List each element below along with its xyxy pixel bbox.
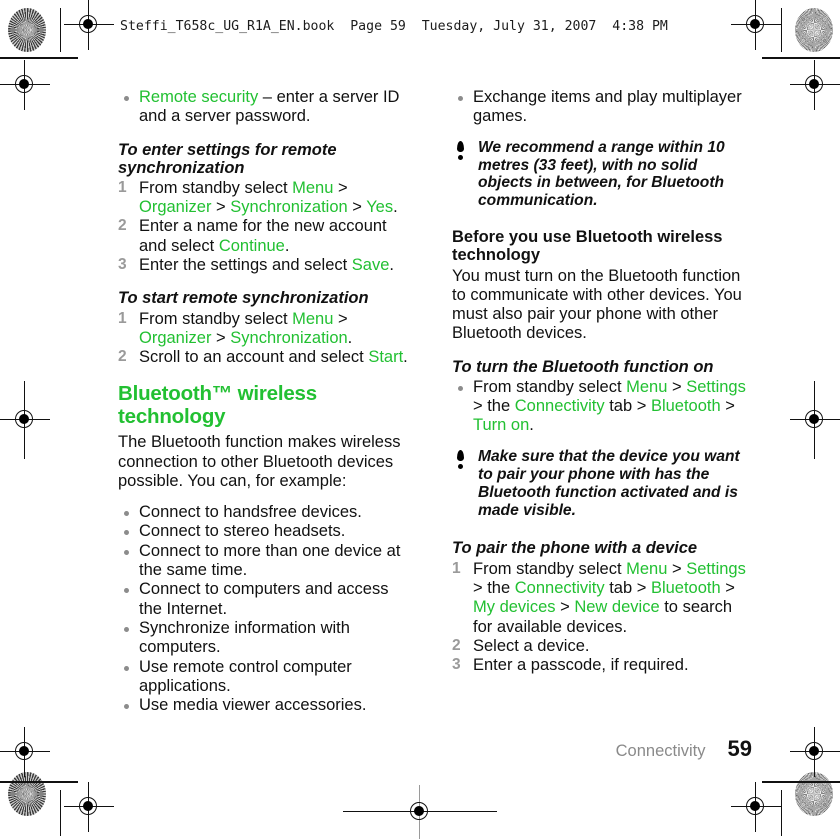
step-text: . (529, 416, 534, 435)
list-item: From standby select Menu > Organizer > S… (118, 179, 408, 218)
ui-term: Organizer (139, 328, 212, 347)
ui-term: Continue (218, 236, 285, 255)
page-footer: Connectivity 59 (616, 736, 752, 762)
ui-term: Menu (292, 309, 334, 328)
section-body-bluetooth: The Bluetooth function makes wireless co… (118, 433, 401, 490)
intro-bullet-list: Remote security – enter a server ID and … (118, 88, 408, 127)
ui-term: Menu (626, 559, 668, 578)
body-before-you-use: You must turn on the Bluetooth function … (452, 266, 742, 343)
exclamation-icon (456, 140, 465, 162)
ui-term: Remote security (139, 88, 259, 106)
right-column: Exchange items and play multiplayer game… (452, 88, 752, 675)
ui-term: Turn on (473, 416, 530, 435)
step-text: > (720, 578, 735, 597)
footer-chapter-name: Connectivity (615, 742, 706, 760)
step-text: > (555, 598, 575, 617)
ui-term: New device (574, 598, 660, 617)
left-column: Remote security – enter a server ID and … (118, 88, 408, 715)
list-item: Connect to more than one device at the s… (118, 542, 408, 581)
heading-pair-phone: To pair the phone with a device (452, 539, 698, 558)
ui-term: Menu (292, 178, 334, 197)
ui-term: My devices (473, 598, 556, 617)
step-text: From standby select (473, 377, 627, 396)
ui-term: Connectivity (514, 397, 605, 416)
step-text: tab > (604, 578, 651, 597)
step-text: > (720, 397, 735, 416)
note-make-device-visible: Make sure that the device you want to pa… (452, 448, 752, 520)
ui-term: Synchronization (230, 328, 348, 347)
ui-term: Bluetooth (650, 397, 721, 416)
step-text: Scroll to an account and select (139, 348, 369, 367)
heading-start-remote-sync: To start remote synchronization (118, 289, 369, 308)
ui-term: Settings (686, 559, 746, 578)
list-item: Use media viewer accessories. (118, 696, 408, 715)
heading-before-you-use: Before you use Bluetooth wireless techno… (452, 228, 723, 265)
step-text: > (333, 178, 348, 197)
steps-pair-phone: From standby select Menu > Settings > th… (452, 560, 752, 676)
step-text: > (667, 559, 687, 578)
ui-term: Settings (686, 377, 746, 396)
section-title-bluetooth: Bluetooth™ wireless technology (118, 382, 317, 429)
list-item: From standby select Menu > Organizer > S… (118, 310, 408, 349)
ui-term: Connectivity (514, 578, 605, 597)
list-item: Exchange items and play multiplayer game… (452, 88, 752, 127)
ui-term: Yes (366, 198, 394, 217)
ui-term: Start (368, 348, 404, 367)
list-item: Select a device. (452, 636, 590, 655)
note-text: Make sure that the device you want to pa… (478, 447, 740, 519)
list-item: From standby select Menu > Settings > th… (452, 560, 752, 637)
ui-term: Synchronization (230, 198, 348, 217)
step-text: > (347, 198, 367, 217)
step-text: > (211, 328, 231, 347)
capability-list-left: Connect to handsfree devices. Connect to… (118, 503, 408, 715)
footer-page-number: 59 (727, 736, 752, 761)
step-text: From standby select (139, 178, 293, 197)
list-item: Enter a name for the new account and sel… (118, 217, 408, 256)
ui-term: Menu (626, 377, 668, 396)
step-text: . (389, 256, 394, 275)
heading-turn-bluetooth-on: To turn the Bluetooth function on (452, 357, 714, 376)
page-content: Remote security – enter a server ID and … (0, 0, 840, 840)
note-range-recommendation: We recommend a range within 10 metres (3… (452, 139, 752, 211)
list-item: Connect to computers and access the Inte… (118, 580, 408, 619)
list-item: From standby select Menu > Settings > th… (452, 378, 752, 436)
step-text: From standby select (139, 309, 293, 328)
step-text: > (667, 377, 687, 396)
step-text: Enter the settings and select (139, 256, 352, 275)
ui-term: Save (351, 256, 390, 275)
list-item: Remote security – enter a server ID and … (118, 88, 408, 127)
list-item: Enter a passcode, if required. (452, 656, 689, 675)
steps-start-sync: From standby select Menu > Organizer > S… (118, 310, 408, 368)
list-item: Synchronize information with computers. (118, 619, 408, 658)
step-text: > the (473, 578, 515, 597)
step-text: > the (473, 397, 515, 416)
list-item: Connect to stereo headsets. (118, 522, 408, 541)
step-text: . (403, 348, 408, 367)
step-text: > (333, 309, 348, 328)
list-item: Use remote control computer applications… (118, 658, 408, 697)
ui-term: Organizer (139, 198, 212, 217)
step-text: From standby select (473, 559, 627, 578)
step-text: . (347, 328, 353, 347)
step-text: . (284, 236, 290, 255)
heading-enter-settings-remote-sync: To enter settings for remote synchroniza… (118, 140, 337, 177)
list-item: Enter the settings and select Save. (118, 256, 408, 275)
step-text: . (393, 198, 398, 217)
step-text: tab > (604, 397, 651, 416)
ui-term: Bluetooth (650, 578, 721, 597)
list-item: Connect to handsfree devices. (118, 503, 408, 522)
steps-enter-settings: From standby select Menu > Organizer > S… (118, 179, 408, 275)
capability-list-right: Exchange items and play multiplayer game… (452, 88, 752, 127)
bullet-step-turn-on: From standby select Menu > Settings > th… (452, 378, 752, 436)
exclamation-icon (456, 449, 465, 471)
step-text: > (211, 198, 231, 217)
note-text: We recommend a range within 10 metres (3… (478, 138, 725, 210)
list-item: Scroll to an account and select Start. (118, 348, 408, 367)
